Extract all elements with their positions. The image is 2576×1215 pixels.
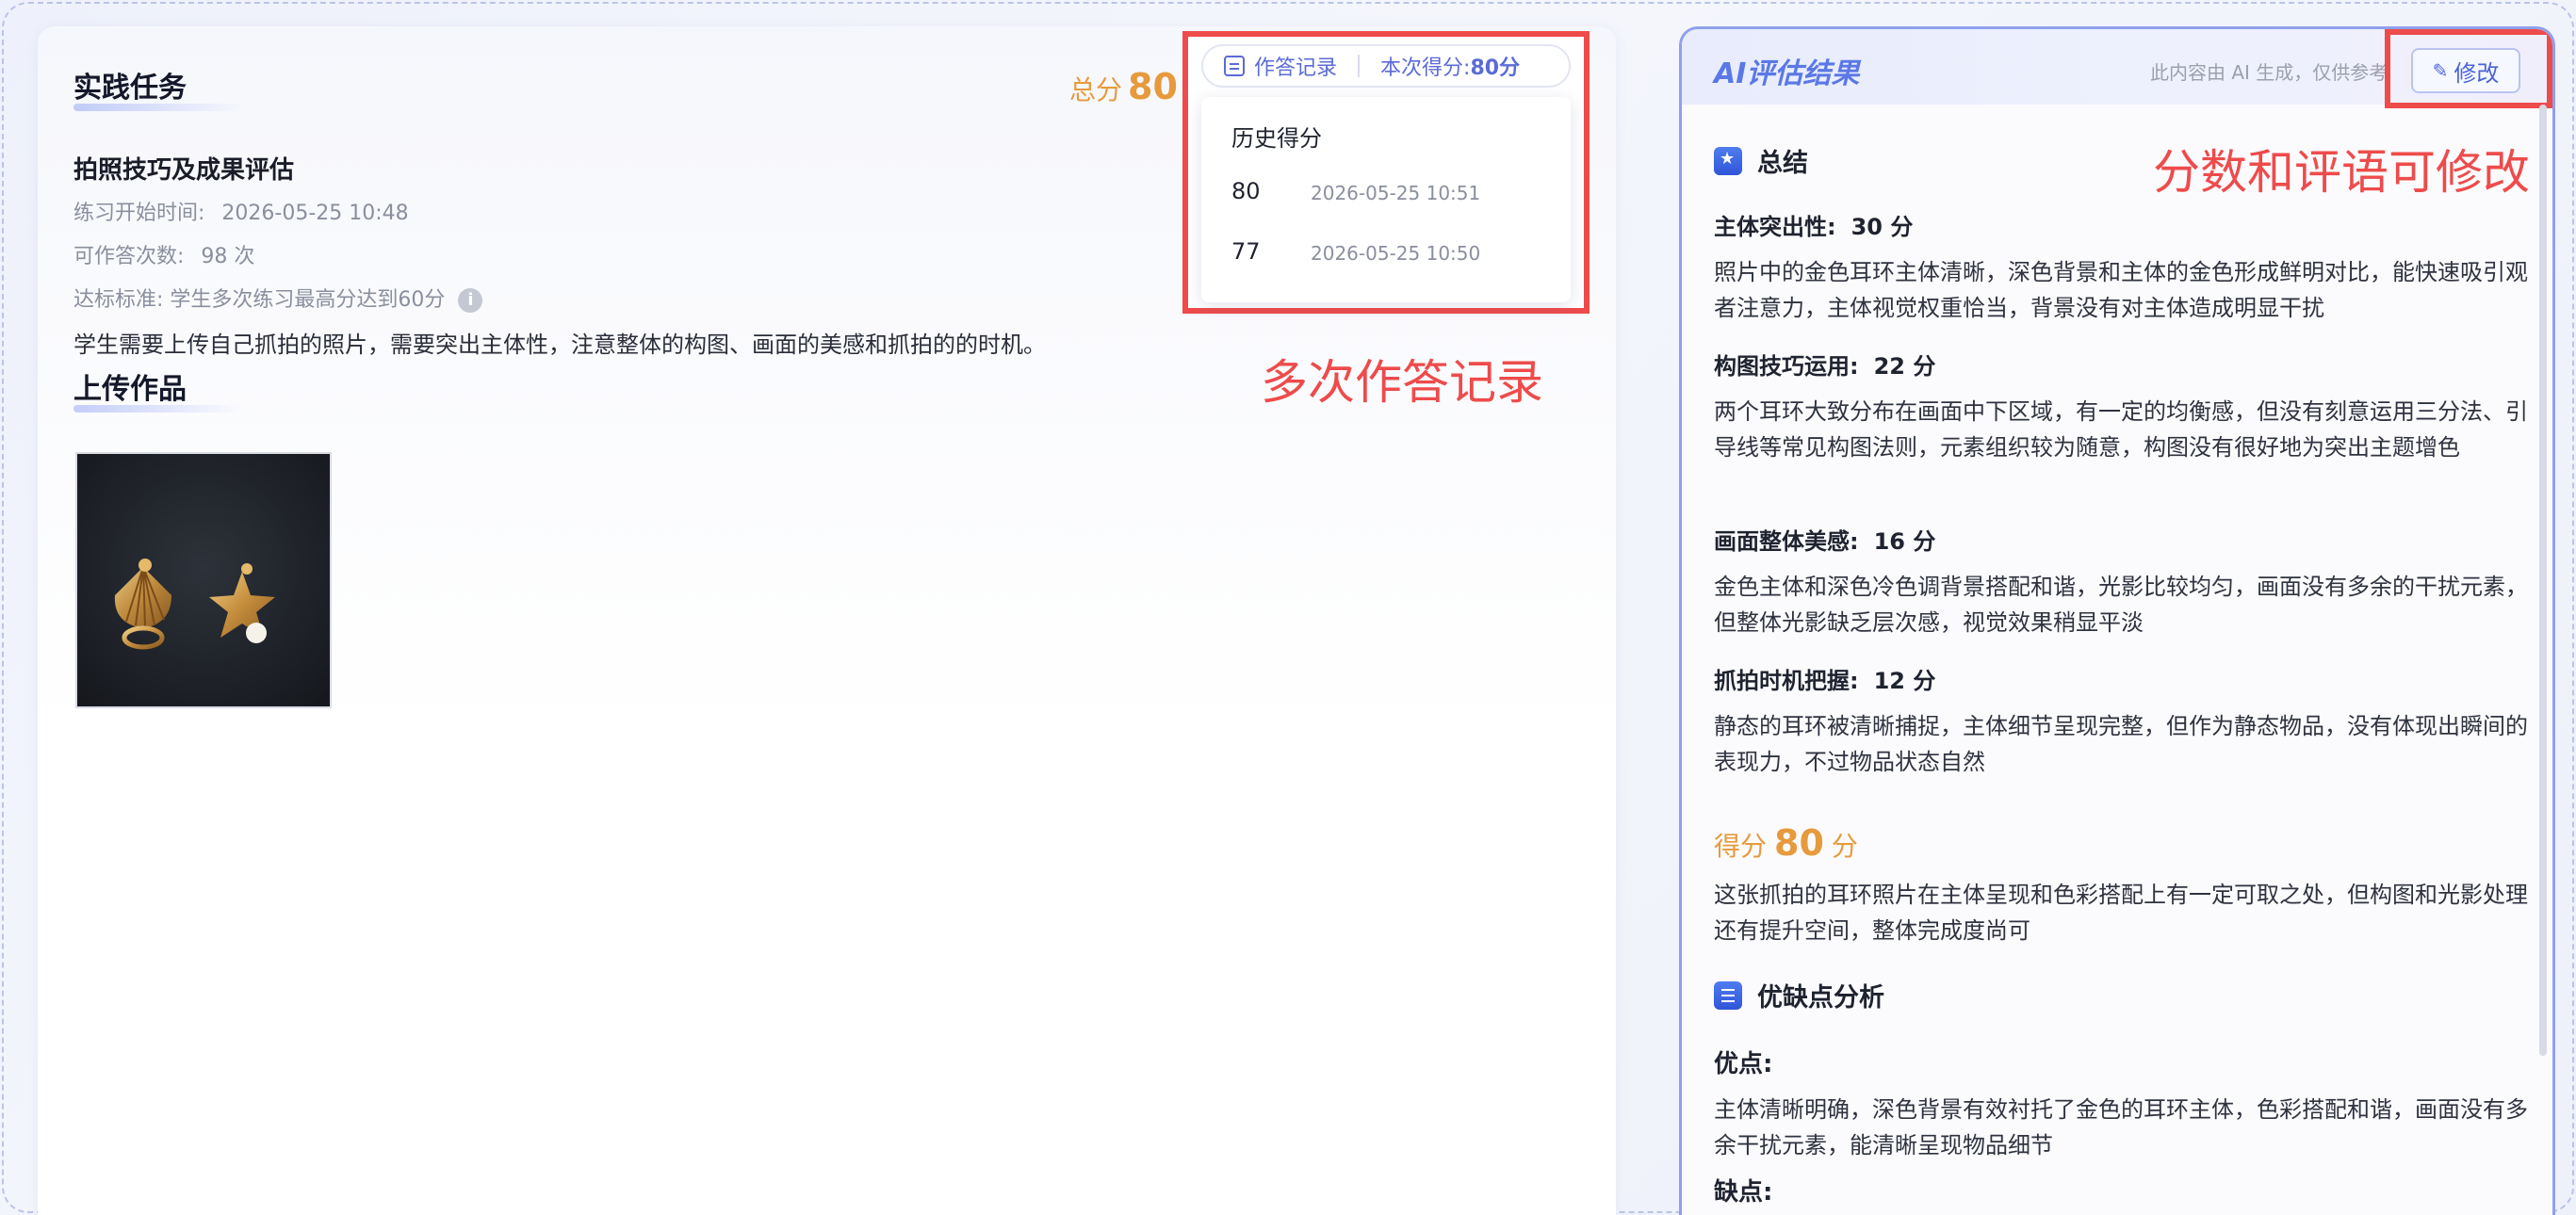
record-link-label: 作答记录	[1254, 57, 1338, 80]
list-icon	[1714, 980, 1742, 1010]
attempts-label: 可作答次数:	[73, 245, 185, 268]
info-icon[interactable]: i	[458, 288, 483, 313]
total-score-prefix: 总分	[1069, 74, 1123, 105]
criterion-item: 画面整体美感: 16 分 金色主体和深色冷色调背景搭配和谐，光影比较均匀，画面没有…	[1714, 523, 2543, 640]
criterion-item: 主体突出性: 30 分 照片中的金色耳环主体清晰，深色背景和主体的金色形成鲜明对比…	[1714, 208, 2543, 326]
total-score-value: 80	[1128, 66, 1178, 107]
trophy-icon	[1714, 146, 1742, 175]
pass-standard: 达标标准: 学生多次练习最高分达到60分 i	[73, 283, 483, 313]
criterion-text: 照片中的金色耳环主体清晰，深色背景和主体的金色形成鲜明对比，能快速吸引观者注意力…	[1714, 259, 2528, 321]
edit-button[interactable]: ✎ 修改	[2411, 48, 2520, 93]
current-score-label: 本次得分:	[1380, 57, 1471, 80]
bar-divider	[1358, 55, 1361, 77]
pros-label: 优点:	[1714, 1050, 1773, 1078]
history-date: 2026-05-25 10:51	[1311, 182, 1481, 204]
criterion-score: 12 分	[1873, 668, 1936, 694]
criterion-score: 30 分	[1850, 214, 1914, 240]
criterion-score: 22 分	[1873, 353, 1936, 380]
final-score-value: 80	[1774, 822, 1824, 864]
criterion-label: 画面整体美感:	[1714, 528, 1859, 555]
final-score-prefix: 得分	[1714, 831, 1768, 862]
record-bar: 作答记录 本次得分:80分	[1201, 44, 1571, 88]
history-row[interactable]: 77 2026-05-25 10:50	[1231, 238, 1480, 265]
task-name: 拍照技巧及成果评估	[73, 156, 295, 185]
section-title-upload: 上传作品	[73, 365, 243, 413]
attempts: 可作答次数: 98 次	[73, 239, 254, 269]
criterion-text: 静态的耳环被清晰捕捉，主体细节呈现完整，但作为静态物品，没有体现出瞬间的表现力，…	[1714, 713, 2528, 775]
pros-text: 主体清晰明确，深色背景有效衬托了金色的耳环主体，色彩搭配和谐，画面没有多余干扰元…	[1714, 1096, 2528, 1158]
edit-button-label: 修改	[2454, 59, 2500, 87]
history-score: 80	[1231, 178, 1261, 204]
annotation-records: 多次作答记录	[1261, 355, 1543, 410]
final-score: 得分 80 分	[1714, 822, 1858, 864]
start-time-value: 2026-05-25 10:48	[221, 202, 409, 225]
ai-panel-title: AI评估结果	[1714, 57, 1860, 90]
criterion-item: 构图技巧运用: 22 分 两个耳环大致分布在画面中下区域，有一定的均衡感，但没有刻…	[1714, 348, 2543, 465]
edit-highlight: ✎ 修改	[2385, 29, 2552, 108]
analysis-heading: 优缺点分析	[1714, 977, 1884, 1013]
record-highlight: 作答记录 本次得分:80分 历史得分 80 2026-05-25 10:51 7…	[1182, 31, 1590, 314]
pass-standard-text: 达标标准: 学生多次练习最高分达到60分	[73, 288, 446, 312]
annotation-editable: 分数和评语可修改	[2153, 145, 2530, 200]
attempts-value: 98 次	[201, 245, 255, 268]
record-link[interactable]: 作答记录	[1203, 51, 1337, 81]
current-score-value: 80分	[1470, 57, 1521, 80]
history-dropdown: 历史得分 80 2026-05-25 10:51 77 2026-05-25 1…	[1201, 97, 1571, 302]
criterion-label: 构图技巧运用:	[1714, 353, 1859, 380]
history-score: 77	[1231, 238, 1261, 265]
summary-heading: 总结	[1714, 142, 1808, 179]
criterion-score: 16 分	[1873, 528, 1936, 555]
ai-disclaimer: 此内容由 AI 生成，仅供参考	[2150, 61, 2389, 84]
analysis-title: 优缺点分析	[1757, 983, 1884, 1012]
criterion-text: 两个耳环大致分布在画面中下区域，有一定的均衡感，但没有刻意运用三分法、引导线等常…	[1714, 398, 2528, 461]
pencil-icon: ✎	[2432, 59, 2449, 82]
earrings-image	[114, 559, 275, 650]
history-row[interactable]: 80 2026-05-25 10:51	[1231, 178, 1480, 204]
criterion-text: 金色主体和深色冷色调背景搭配和谐，光影比较均匀，画面没有多余的干扰元素，但整体光…	[1714, 574, 2528, 636]
ai-result-panel: AI评估结果 此内容由 AI 生成，仅供参考 ✎ 修改 分数和评语可修改 总结 …	[1679, 26, 2555, 1215]
task-description: 学生需要上传自己抓拍的照片，需要突出主体性，注意整体的构图、画面的美感和抓拍的的…	[73, 332, 1046, 358]
criterion-label: 抓拍时机把握:	[1714, 668, 1859, 694]
uploaded-photo[interactable]	[75, 452, 332, 708]
start-time-label: 练习开始时间:	[73, 202, 205, 225]
summary-text: 这张抓拍的耳环照片在主体呈现和色彩搭配上有一定可取之处，但构图和光影处理还有提升…	[1714, 882, 2528, 944]
current-score: 本次得分:80分	[1380, 51, 1520, 81]
scrollbar[interactable]	[2539, 105, 2547, 1056]
summary-title: 总结	[1757, 149, 1808, 178]
cons-label: 缺点:	[1714, 1178, 1773, 1207]
history-date: 2026-05-25 10:50	[1311, 242, 1481, 265]
start-time: 练习开始时间: 2026-05-25 10:48	[73, 196, 409, 226]
final-score-suffix: 分	[1831, 831, 1858, 862]
record-list-icon	[1224, 56, 1245, 76]
criterion-label: 主体突出性:	[1714, 214, 1836, 240]
criterion-item: 抓拍时机把握: 12 分 静态的耳环被清晰捕捉，主体细节呈现完整，但作为静态物品，…	[1714, 662, 2543, 780]
section-title-task: 实践任务	[73, 64, 243, 111]
history-title: 历史得分	[1231, 125, 1322, 152]
